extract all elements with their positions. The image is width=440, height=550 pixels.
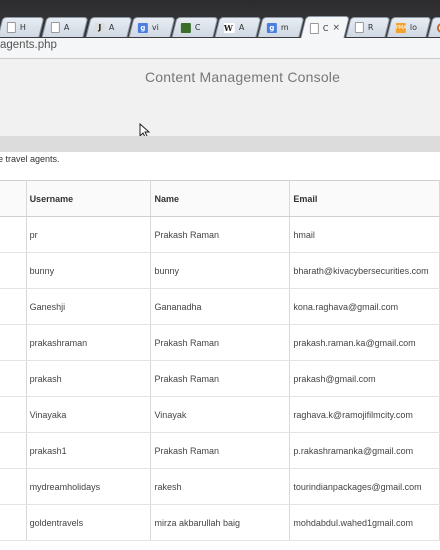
username-cell: goldentravels bbox=[26, 504, 152, 541]
table-row: prakash1 Prakash Raman p.rakashramanka@gma… bbox=[0, 432, 440, 469]
tab-label: H bbox=[19, 23, 26, 32]
table-cell bbox=[0, 432, 27, 469]
document-icon bbox=[6, 22, 16, 33]
table-cell bbox=[0, 288, 27, 325]
tab-label: vi bbox=[151, 23, 159, 32]
email-cell: prakash.raman.ka@gmail.com bbox=[289, 324, 440, 361]
browser-tab[interactable]: JA bbox=[85, 17, 133, 37]
tab-label: lo bbox=[409, 23, 418, 32]
column-header-email[interactable]: Email bbox=[289, 180, 440, 217]
email-cell: raghava.k@ramojifilmcity.com bbox=[289, 396, 440, 433]
browser-tab[interactable]: H bbox=[0, 17, 45, 37]
tab-label: R bbox=[367, 23, 374, 32]
browser-tab-strip: H A JA g vi C WA gm C × R PMA lo bbox=[0, 0, 440, 38]
c-favicon-icon bbox=[180, 22, 191, 33]
wikipedia-icon: W bbox=[223, 22, 235, 33]
name-cell: Vinayak bbox=[150, 396, 291, 433]
username-cell: prakashraman bbox=[26, 324, 152, 361]
close-tab-icon[interactable]: × bbox=[332, 23, 340, 33]
table-row: bunny bunny bharath@kivacybersecurities.co… bbox=[0, 252, 440, 289]
table-cell bbox=[0, 396, 27, 433]
google-icon: g bbox=[266, 22, 277, 33]
table-row: Vinayaka Vinayak raghava.k@ramojifilmcity.… bbox=[0, 396, 440, 433]
url-text[interactable]: agents.php bbox=[0, 39, 57, 51]
name-cell: Prakash Raman bbox=[150, 216, 291, 253]
table-cell bbox=[0, 504, 27, 541]
email-cell: prakash@gmail.com bbox=[289, 360, 440, 397]
page-header: Content Management Console bbox=[0, 59, 440, 139]
name-cell: Prakash Raman bbox=[150, 360, 291, 397]
username-cell: mydreamholidays bbox=[26, 468, 152, 505]
table-row: mydreamholidays rakesh tourindianpackages@… bbox=[0, 468, 440, 505]
tab-label: A bbox=[63, 23, 70, 32]
name-cell: Prakash Raman bbox=[150, 324, 291, 361]
document-icon bbox=[354, 22, 364, 33]
intro-text: e travel agents. bbox=[0, 154, 60, 164]
name-cell: rakesh bbox=[150, 468, 291, 505]
email-cell: mohdabdul.wahed1gmail.com bbox=[289, 504, 440, 541]
browser-tab[interactable]: A bbox=[41, 17, 89, 37]
table-header-row: Username Name Email bbox=[0, 180, 440, 217]
table-cell bbox=[0, 360, 27, 397]
tab-label: A bbox=[238, 23, 245, 32]
pma-icon: PMA bbox=[395, 22, 407, 33]
name-cell: Prakash Raman bbox=[150, 432, 291, 469]
browser-tab[interactable]: gm bbox=[257, 17, 305, 37]
table-cell bbox=[0, 468, 27, 505]
username-cell: bunny bbox=[26, 252, 152, 289]
browser-tab[interactable]: R bbox=[345, 17, 391, 37]
address-bar[interactable]: agents.php bbox=[0, 38, 440, 59]
name-cell: mirza akbarullah baig bbox=[150, 504, 291, 541]
browser-tab[interactable]: C bbox=[171, 17, 219, 37]
table-row: goldentravels mirza akbarullah baig mohdab… bbox=[0, 504, 440, 541]
name-cell: Gananadha bbox=[150, 288, 291, 325]
email-cell: p.rakashramanka@gmail.com bbox=[289, 432, 440, 469]
column-header[interactable] bbox=[0, 180, 27, 217]
tab-label: A bbox=[108, 23, 115, 32]
document-icon bbox=[50, 22, 60, 33]
username-cell: Vinayaka bbox=[26, 396, 152, 433]
google-icon: g bbox=[137, 22, 148, 33]
header-divider-bar bbox=[0, 136, 440, 152]
tab-label: C bbox=[194, 23, 201, 32]
browser-tab[interactable]: PMA lo bbox=[386, 17, 432, 37]
document-icon bbox=[309, 22, 319, 34]
browser-tab-active[interactable]: C × bbox=[300, 16, 350, 38]
table-row: prakash Prakash Raman prakash@gmail.com bbox=[0, 360, 440, 397]
tab-label: m bbox=[280, 23, 289, 32]
username-cell: pr bbox=[26, 216, 152, 253]
table-row: pr Prakash Raman hmail bbox=[0, 216, 440, 253]
email-cell: tourindianpackages@gmail.com bbox=[289, 468, 440, 505]
email-cell: kona.raghava@gmail.com bbox=[289, 288, 440, 325]
email-cell: hmail bbox=[289, 216, 440, 253]
email-cell: bharath@kivacybersecurities.com bbox=[289, 252, 440, 289]
table-cell bbox=[0, 216, 27, 253]
table-cell bbox=[0, 252, 27, 289]
browser-tab[interactable]: WA bbox=[214, 17, 262, 37]
table-row: Ganeshji Gananadha kona.raghava@gmail.com bbox=[0, 288, 440, 325]
agents-table: Username Name Email pr Prakash Raman hmail… bbox=[0, 180, 440, 541]
column-header-username[interactable]: Username bbox=[26, 180, 152, 217]
username-cell: Ganeshji bbox=[26, 288, 152, 325]
page-title: Content Management Console bbox=[145, 69, 341, 85]
username-cell: prakash bbox=[26, 360, 152, 397]
table-row: prakashraman Prakash Raman prakash.raman.k… bbox=[0, 324, 440, 361]
username-cell: prakash1 bbox=[26, 432, 152, 469]
name-cell: bunny bbox=[150, 252, 291, 289]
column-header-name[interactable]: Name bbox=[150, 180, 291, 217]
j-favicon-icon: J bbox=[94, 22, 105, 33]
tab-label: C bbox=[322, 23, 329, 33]
table-cell bbox=[0, 324, 27, 361]
browser-tab[interactable]: g vi bbox=[128, 17, 176, 37]
